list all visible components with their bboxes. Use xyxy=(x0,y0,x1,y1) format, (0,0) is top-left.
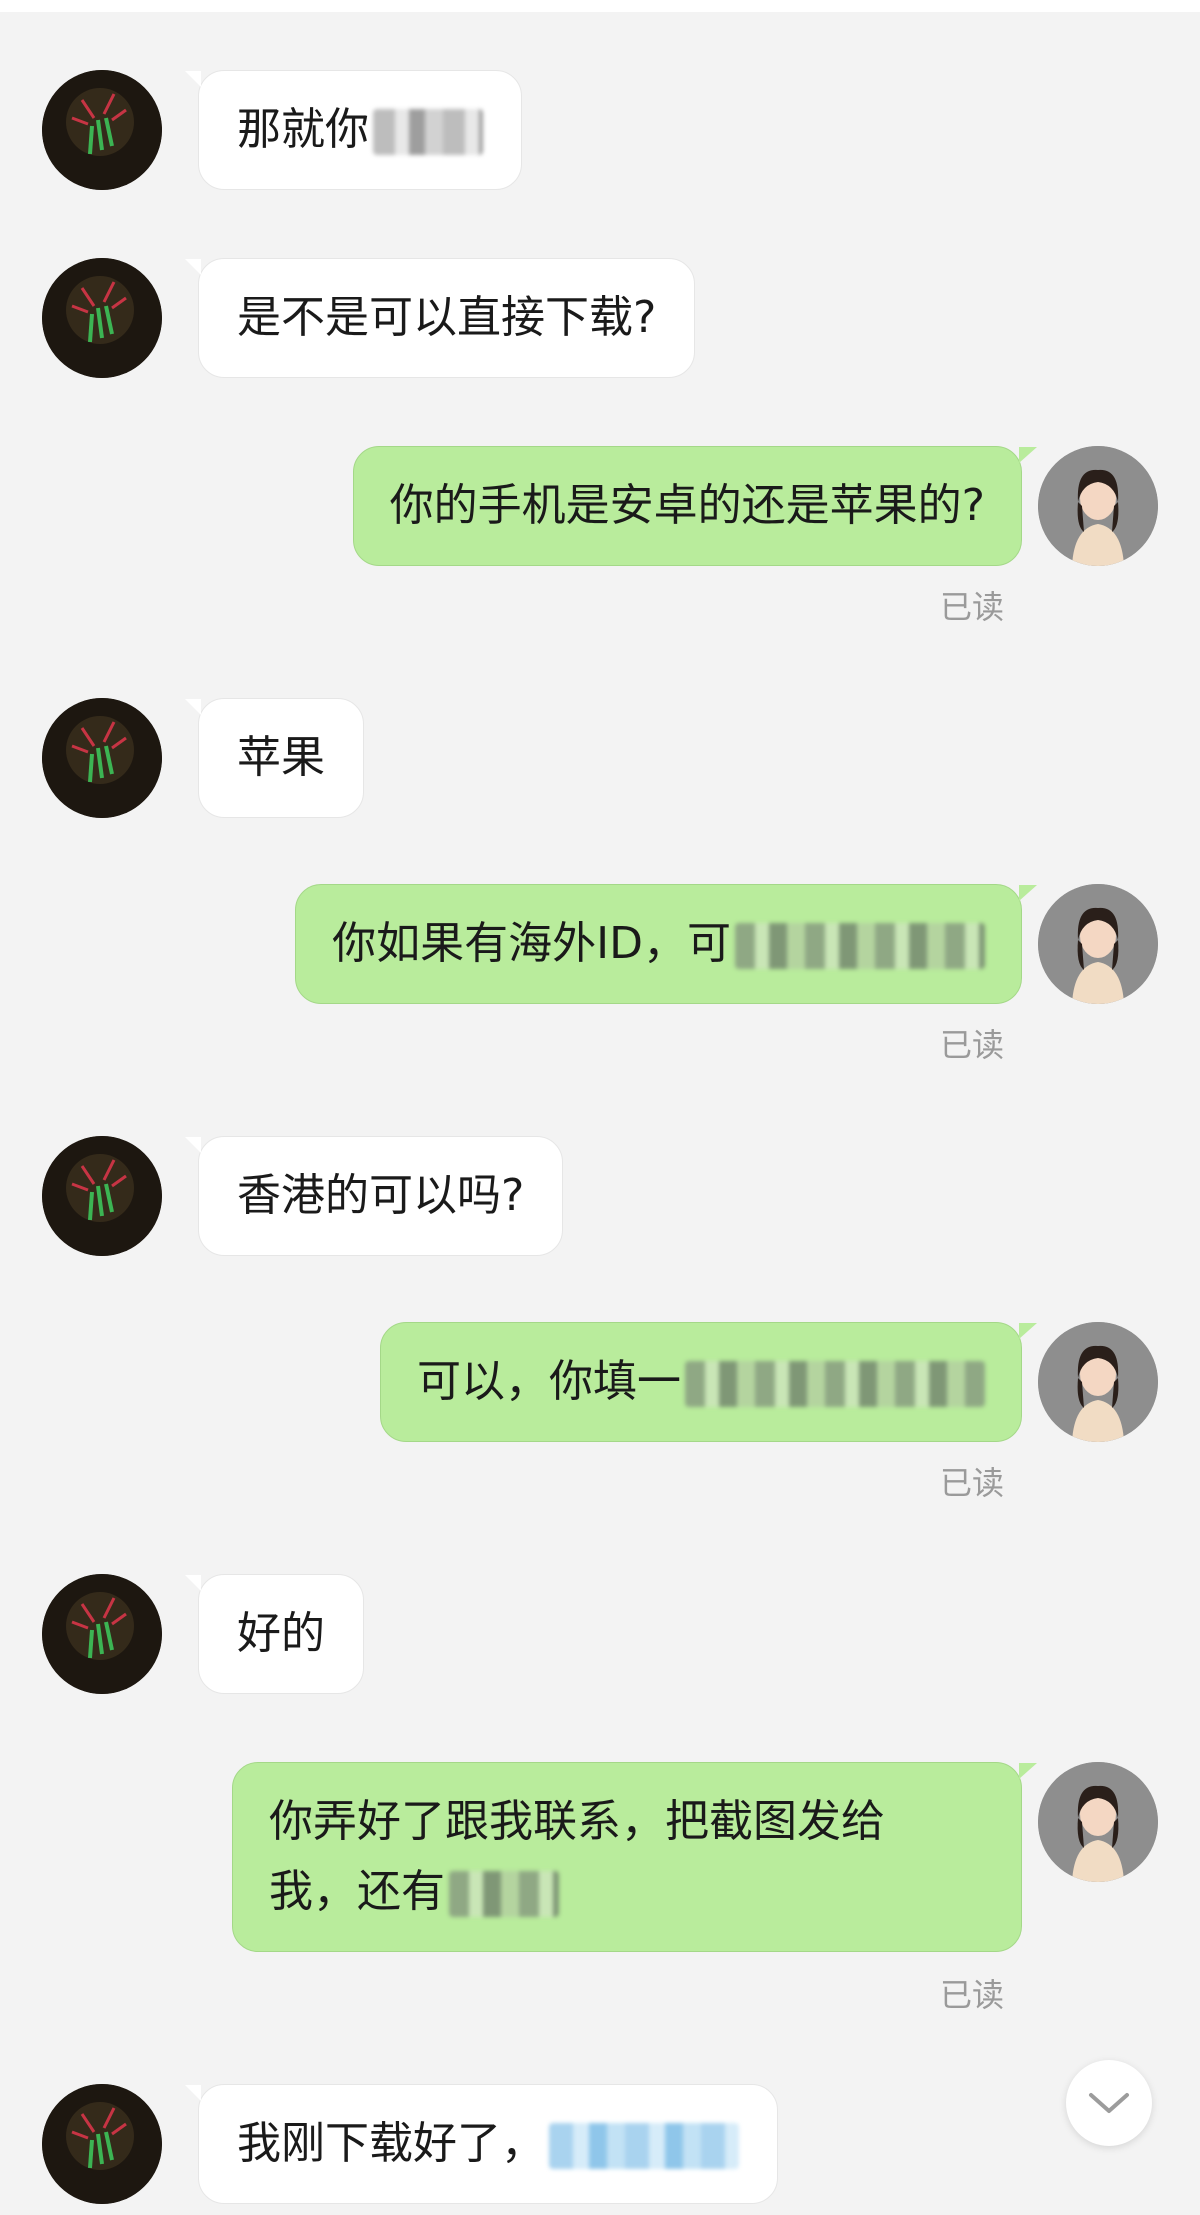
redacted-block xyxy=(449,1871,559,1917)
firework-avatar[interactable] xyxy=(42,258,162,378)
message-text: 我刚下载好了， xyxy=(237,2118,545,2169)
chevron-down-icon xyxy=(1089,2093,1129,2113)
message-text: 你弄好了跟我联系，把截图发给 xyxy=(269,1796,885,1847)
woman-avatar[interactable] xyxy=(1038,1322,1158,1442)
read-status: 已读 xyxy=(939,588,1004,626)
message-line: 我，还有 xyxy=(269,1857,985,1927)
top-edge xyxy=(0,0,1200,12)
redacted-block xyxy=(373,109,483,155)
message-text: 你如果有海外ID，可 xyxy=(332,918,731,969)
firework-avatar[interactable] xyxy=(42,2084,162,2204)
incoming-message[interactable]: 我刚下载好了， xyxy=(185,2084,778,2204)
message-text: 可以，你填一 xyxy=(417,1356,681,1407)
outgoing-message[interactable]: 你的手机是安卓的还是苹果的? xyxy=(352,446,1038,566)
incoming-message[interactable]: 苹果 xyxy=(185,698,364,818)
redacted-block xyxy=(685,1361,985,1407)
firework-avatar[interactable] xyxy=(42,698,162,818)
firework-avatar[interactable] xyxy=(42,1136,162,1256)
firework-avatar[interactable] xyxy=(42,70,162,190)
message-line: 你弄好了跟我联系，把截图发给 xyxy=(269,1787,985,1857)
message-text-line2: 我，还有 xyxy=(269,1866,445,1917)
read-status: 已读 xyxy=(939,1976,1004,2014)
read-status: 已读 xyxy=(939,1464,1004,1502)
read-status: 已读 xyxy=(939,1026,1004,1064)
firework-avatar[interactable] xyxy=(42,1574,162,1694)
incoming-message[interactable]: 是不是可以直接下载? xyxy=(184,258,696,378)
woman-avatar[interactable] xyxy=(1038,446,1158,566)
outgoing-message[interactable]: 可以，你填一 xyxy=(380,1322,1037,1442)
message-text: 是不是可以直接下载? xyxy=(237,292,657,343)
message-text: 香港的可以吗? xyxy=(237,1170,525,1221)
message-text: 那就你 xyxy=(237,104,369,155)
message-text: 好的 xyxy=(237,1608,325,1659)
outgoing-message[interactable]: 你弄好了跟我联系，把截图发给 我，还有 xyxy=(232,1762,1037,1952)
incoming-message[interactable]: 香港的可以吗? xyxy=(184,1136,564,1256)
message-text: 你的手机是安卓的还是苹果的? xyxy=(389,480,985,531)
woman-avatar[interactable] xyxy=(1038,884,1158,1004)
message-text: 苹果 xyxy=(237,732,325,783)
incoming-message[interactable]: 那就你 xyxy=(185,70,522,190)
outgoing-message[interactable]: 你如果有海外ID，可 xyxy=(295,884,1037,1004)
redacted-block xyxy=(735,923,985,969)
redacted-block xyxy=(549,2123,739,2169)
incoming-message[interactable]: 好的 xyxy=(185,1574,364,1694)
woman-avatar[interactable] xyxy=(1038,1762,1158,1882)
scroll-down-button[interactable] xyxy=(1066,2060,1152,2146)
